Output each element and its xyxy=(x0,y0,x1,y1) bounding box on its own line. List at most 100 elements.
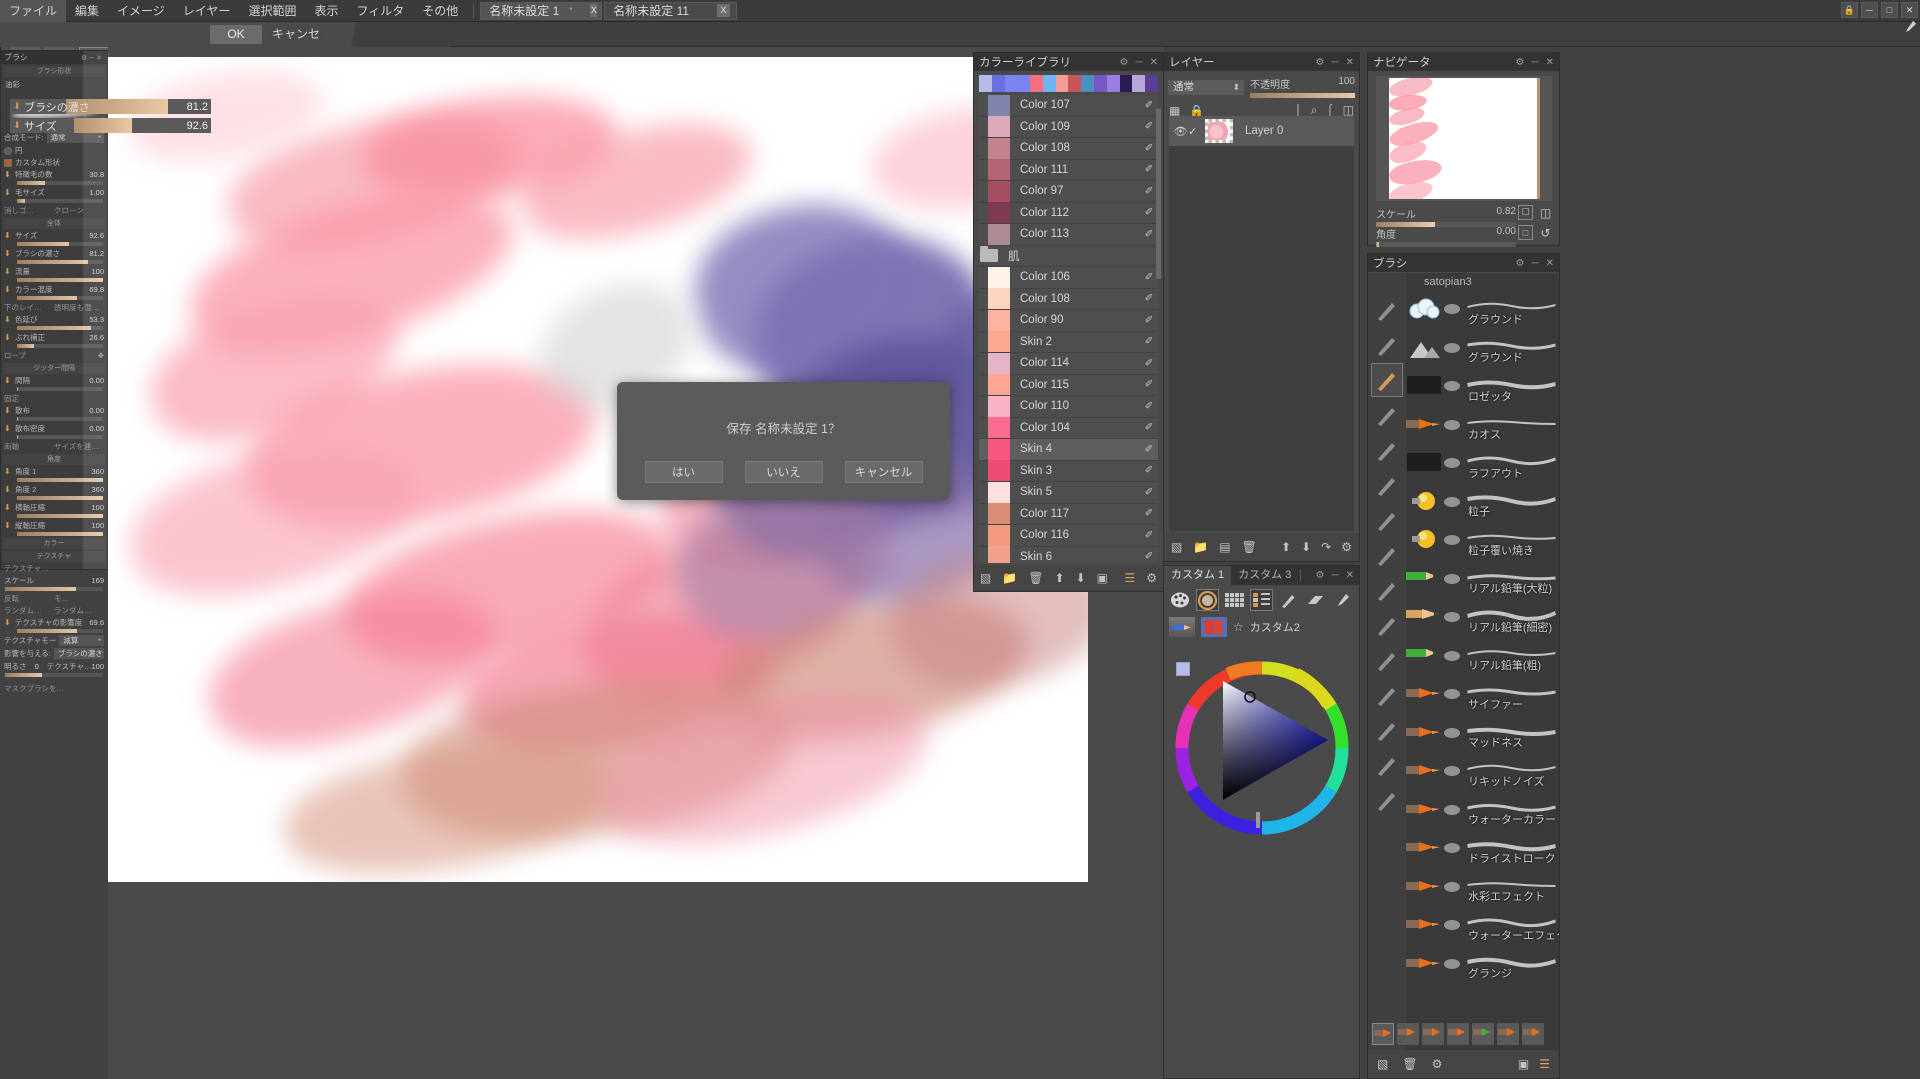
brush-list-item[interactable]: ロゼッタ xyxy=(1406,368,1559,407)
gear-icon[interactable]: ⚙ xyxy=(1341,540,1352,554)
document-tab-1[interactable]: 名称未設定 11 X xyxy=(604,1,738,20)
eyedropper-icon[interactable]: ✐ xyxy=(1140,444,1158,455)
trash-icon[interactable]: 🗑 xyxy=(1402,1057,1417,1071)
brush-list-item[interactable]: ラフアウト xyxy=(1406,445,1559,484)
brush-list-item[interactable]: リキッドノイズ xyxy=(1406,753,1559,792)
folder-icon[interactable]: 📁 xyxy=(1002,571,1017,585)
pencil-icon[interactable] xyxy=(1371,328,1403,362)
brush-list-item[interactable]: ウォーターカラー xyxy=(1406,792,1559,831)
parameter-row[interactable]: ⬇ 縦軸圧縮 100 xyxy=(4,520,104,531)
new-layer-icon[interactable]: ▧ xyxy=(1171,540,1182,554)
close-icon[interactable]: ✕ xyxy=(1150,57,1158,68)
dialog-yes-button[interactable]: はい xyxy=(644,461,723,483)
shape-custom-row[interactable]: カスタム形状 xyxy=(4,157,104,168)
parameter-row[interactable]: ⬇ サイズ 92.6 xyxy=(4,230,104,241)
color-swatch[interactable] xyxy=(1145,75,1158,92)
foreground-background-swatch[interactable] xyxy=(1176,662,1197,683)
color-row[interactable]: Color 107 ✐ xyxy=(979,95,1158,117)
palette-icon[interactable] xyxy=(1169,589,1192,611)
affect-row[interactable]: 影響を与える: ブラシの濃さ xyxy=(4,648,104,659)
color-row[interactable]: Skin 4 ✐ xyxy=(979,438,1158,461)
parameter-slider[interactable] xyxy=(17,387,103,391)
list-view-icon[interactable]: ☰ xyxy=(1539,1057,1550,1071)
parameter-row[interactable]: ⬇ カラー混度 69.8 xyxy=(4,284,104,295)
menu-item-1[interactable]: 編集 xyxy=(66,0,108,22)
oil-brush-icon[interactable] xyxy=(1371,363,1403,397)
gear-icon[interactable]: ⚙ xyxy=(1120,57,1129,68)
underlayer-row[interactable]: 下のレイ… 透明度も混… xyxy=(4,302,104,313)
blend-mode-select[interactable]: 通常 xyxy=(1168,79,1244,95)
blend-mode-select[interactable]: 通常 xyxy=(46,132,104,143)
eyedropper-icon[interactable]: ✐ xyxy=(1140,551,1158,562)
thumbnail-view-icon[interactable]: ▣ xyxy=(1518,1057,1529,1071)
gear-icon[interactable]: ⚙ xyxy=(1316,57,1325,68)
sparkle-icon[interactable] xyxy=(1371,748,1403,782)
brush-list-item[interactable]: ウォーターエフェクト xyxy=(1406,907,1559,946)
color-swatch[interactable] xyxy=(1094,75,1107,92)
trash-icon[interactable]: 🗑 xyxy=(1028,571,1043,585)
gear-icon[interactable]: ⚙ xyxy=(1516,258,1525,269)
brush-preset-brush-d[interactable] xyxy=(1447,1023,1469,1045)
navigator-viewport-frame[interactable] xyxy=(1537,78,1540,199)
spray-icon[interactable] xyxy=(1371,713,1403,747)
gear-icon[interactable]: ⚙ xyxy=(1516,57,1525,68)
parameter-row[interactable]: ⬇ 横軸圧縮 100 xyxy=(4,502,104,513)
eraser-clone-row[interactable]: 消しゴ… クローン xyxy=(4,205,104,216)
eyedropper-icon[interactable]: ✐ xyxy=(1140,401,1158,412)
blur-icon[interactable] xyxy=(1371,398,1403,432)
opacity-slider[interactable]: 不透明度 100 xyxy=(1250,76,1355,98)
parameter-slider[interactable] xyxy=(17,242,103,246)
wrench-icon[interactable] xyxy=(1904,20,1917,36)
merge-icon[interactable]: ↷ xyxy=(1321,540,1331,554)
checkmark-icon[interactable]: ✓ xyxy=(1188,125,1201,138)
color-row[interactable]: Color 116 ✐ xyxy=(979,524,1158,547)
color-row[interactable]: Color 108 ✐ xyxy=(979,137,1158,160)
parameter-row[interactable]: ⬇ 色延び 53.3 xyxy=(4,314,104,325)
brush-list-item[interactable]: グラウンド xyxy=(1406,291,1559,330)
panel-title-icons[interactable]: ⚙ ─ ✕ xyxy=(1516,57,1554,68)
color-swatch[interactable] xyxy=(1068,75,1082,92)
move-down-icon[interactable]: ⬇ xyxy=(1301,540,1311,554)
eyedropper-icon[interactable]: ✐ xyxy=(1140,358,1158,369)
texture-mode-select[interactable]: 減算 xyxy=(59,635,104,646)
parameter-row[interactable]: ⬇ 間隔 0.00 xyxy=(4,375,104,386)
new-brush-icon[interactable]: ▧ xyxy=(1377,1057,1388,1071)
texture-mode-row[interactable]: テクスチャモー 減算 xyxy=(4,635,104,646)
foreground-color-swatch[interactable] xyxy=(1176,662,1190,676)
custom2-slider[interactable]: ⬇ サイズ 92.6 xyxy=(10,118,211,133)
new-swatch-icon[interactable]: ▧ xyxy=(980,571,991,585)
panel-title-icons[interactable]: ⚙ ─ ✕ xyxy=(1316,570,1359,581)
color-row[interactable]: Color 117 ✐ xyxy=(979,503,1158,525)
color-row[interactable]: Color 112 ✐ xyxy=(979,202,1158,224)
axis-row[interactable]: 両軸 サイズを連… xyxy=(4,441,104,452)
parameter-row[interactable]: ⬇ 散布 0.00 xyxy=(4,405,104,416)
panel-title-icons[interactable]: ⚙─✕ xyxy=(81,54,104,62)
list-view-icon[interactable]: ☰ xyxy=(1124,571,1135,585)
brush-list-item[interactable]: マッドネス xyxy=(1406,715,1559,754)
close-icon[interactable]: ✕ xyxy=(1346,570,1354,581)
lock-icon[interactable]: 🔒 xyxy=(1841,2,1858,18)
dip-pen-icon[interactable] xyxy=(1371,608,1403,642)
color-wheel[interactable] xyxy=(1168,654,1356,842)
color-swatch[interactable] xyxy=(1017,75,1031,92)
color-swatch[interactable] xyxy=(1081,75,1095,92)
brush-preset-brush-f[interactable] xyxy=(1522,1023,1544,1045)
parameter-slider[interactable] xyxy=(17,296,103,300)
layers-tree-icon[interactable] xyxy=(1250,589,1274,611)
brush-list-item[interactable]: グランジ xyxy=(1406,946,1559,985)
color-swatch[interactable] xyxy=(1132,75,1146,92)
parameter-row[interactable]: ⬇ 角度 1 360 xyxy=(4,466,104,477)
eyedropper-icon[interactable]: ✐ xyxy=(1140,530,1158,541)
color-row[interactable]: Skin 3 ✐ xyxy=(979,460,1158,482)
eyedropper-icon[interactable]: ✐ xyxy=(1140,336,1158,347)
color-row[interactable]: Color 109 ✐ xyxy=(979,116,1158,138)
parameter-row[interactable]: ⬇ 毛サイズ 1.00 xyxy=(4,187,104,198)
menu-item-0[interactable]: ファイル xyxy=(0,0,67,22)
menu-item-2[interactable]: イメージ xyxy=(108,0,174,22)
menu-item-3[interactable]: レイヤー xyxy=(174,0,240,22)
flat-brush-icon[interactable] xyxy=(1371,643,1403,677)
menu-item-6[interactable]: フィルタ xyxy=(347,0,413,22)
brush-list-container[interactable]: satopian3 グラウンド グラウンド ロゼッタ カオス ラフアウト 粒子 … xyxy=(1406,273,1559,1078)
brush-list-item[interactable]: リアル鉛筆(大粒) xyxy=(1406,561,1559,600)
parameter-slider[interactable] xyxy=(17,496,103,500)
